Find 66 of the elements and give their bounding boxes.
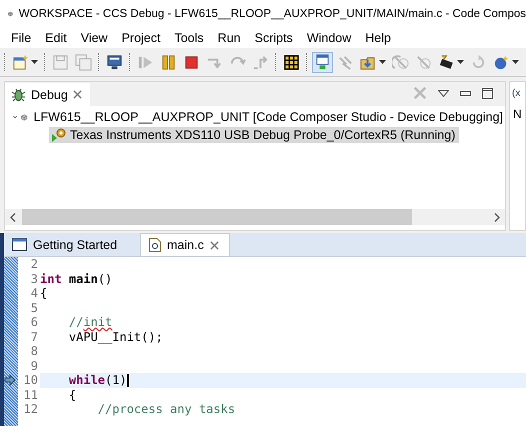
step-return-icon [252, 54, 269, 70]
view-tab[interactable]: (x [510, 82, 525, 99]
dropdown-arrow-icon[interactable] [379, 60, 386, 64]
minimize-icon[interactable] [460, 90, 471, 96]
menu-item[interactable]: Window [300, 30, 358, 44]
menu-item[interactable]: Help [358, 30, 398, 44]
new-file-icon [12, 54, 29, 70]
code-line: //process any tasks [96, 402, 236, 416]
code-line: //init [68, 315, 114, 330]
dropdown-arrow-icon[interactable] [31, 60, 38, 64]
line-number: 10 [22, 373, 39, 388]
tree-item[interactable]: LFW615__RLOOP__AUXPROP_UNIT [Code Composer Studio - Device Debugging] [32, 109, 505, 125]
maximize-icon[interactable] [482, 88, 493, 98]
save-all-icon [75, 54, 92, 70]
code-line: { [68, 388, 78, 402]
line-number: 8 [30, 344, 39, 358]
menu-item[interactable]: View [74, 30, 115, 44]
save-icon [52, 54, 69, 70]
horizontal-scrollbar[interactable] [5, 209, 505, 225]
bug-icon [11, 87, 26, 102]
restart-icon [415, 54, 432, 70]
close-icon[interactable] [210, 240, 219, 250]
menu-item[interactable]: Project [114, 30, 168, 44]
line-number: 6 [30, 315, 39, 330]
window-icon [12, 238, 27, 251]
running-gear-icon [51, 128, 67, 142]
refresh-icon [470, 54, 487, 70]
column-header: N [512, 106, 523, 121]
scroll-right-icon[interactable] [494, 212, 500, 222]
line-number: 12 [22, 402, 39, 416]
scroll-left-icon[interactable] [10, 212, 16, 222]
line-number: 2 [30, 257, 39, 272]
menu-item[interactable]: Run [210, 30, 248, 44]
window-icon [314, 54, 331, 70]
chip-icon [438, 54, 455, 70]
close-icon[interactable] [72, 90, 82, 99]
dropdown-arrow-icon[interactable] [512, 60, 519, 64]
grid-icon [283, 54, 300, 70]
connector-icon [337, 54, 354, 70]
reset-icon [392, 54, 409, 70]
line-number: 5 [30, 300, 39, 315]
code-line: vAPU__Init(); [68, 330, 164, 344]
tree-item[interactable]: Texas Instruments XDS110 USB Debug Probe_0/CortexR5 (Running) [49, 127, 460, 143]
monitor-icon [106, 54, 123, 70]
line-number: 3 [30, 272, 39, 286]
ball-icon [493, 54, 510, 70]
code-line: int main() [40, 272, 114, 286]
dropdown-arrow-icon[interactable] [457, 60, 464, 64]
scrollbar-thumb[interactable] [22, 209, 412, 225]
line-number: 9 [30, 358, 39, 373]
menu-item[interactable]: Tools [167, 30, 211, 44]
c-file-icon [149, 238, 161, 252]
editor-tab[interactable]: Getting Started [4, 233, 140, 256]
view-tab[interactable]: Debug [5, 83, 90, 106]
menu-item[interactable]: File [4, 30, 38, 44]
pause-icon [160, 54, 177, 70]
line-number: 4 [30, 286, 39, 300]
view-menu-icon[interactable] [438, 90, 449, 96]
code-line: { [40, 286, 48, 300]
editor-tab[interactable]: main.c [140, 233, 230, 256]
menu-item[interactable]: Edit [38, 30, 74, 44]
line-number: 11 [22, 388, 39, 402]
window-title: WORKSPACE - CCS Debug - LFW615__RLOOP__AUXPROP_UNIT/MAIN/main.c - Code Compos [18, 8, 526, 20]
menu-item[interactable]: Scripts [248, 30, 300, 44]
line-number: 7 [30, 330, 39, 344]
stop-icon [183, 54, 200, 70]
